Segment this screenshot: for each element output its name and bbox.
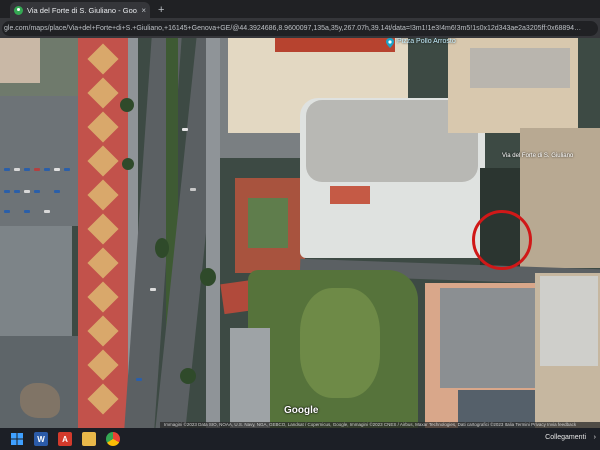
browser-tab[interactable]: Via del Forte di S. Giuliano - Goo… × bbox=[10, 2, 150, 18]
map-tree bbox=[155, 238, 169, 258]
map-car bbox=[24, 210, 30, 213]
pdf-icon[interactable]: A bbox=[58, 432, 72, 446]
promenade-pattern bbox=[87, 383, 119, 415]
map-car bbox=[4, 190, 10, 193]
map-rock bbox=[20, 383, 60, 418]
promenade-pattern bbox=[87, 179, 119, 211]
building-roof bbox=[440, 288, 540, 388]
building-roof bbox=[470, 48, 570, 88]
map-car bbox=[150, 288, 156, 291]
map-car bbox=[4, 210, 10, 213]
map-tree bbox=[200, 268, 216, 286]
satellite-map-view[interactable]: Pizza Pollo Arrosto Via del Forte di S. … bbox=[0, 38, 600, 428]
building-roof bbox=[540, 276, 598, 366]
map-car bbox=[14, 190, 20, 193]
word-icon[interactable]: W bbox=[34, 432, 48, 446]
highlight-circle bbox=[472, 210, 532, 270]
windows-start-icon[interactable] bbox=[10, 432, 24, 446]
map-car bbox=[54, 168, 60, 171]
new-tab-icon[interactable]: + bbox=[158, 4, 164, 16]
url-field[interactable]: gle.com/maps/place/Via+del+Forte+di+S.+G… bbox=[2, 20, 598, 36]
sidewalk bbox=[206, 38, 220, 428]
screen: Via del Forte di S. Giuliano - Goo… × + … bbox=[0, 0, 600, 450]
garden bbox=[248, 198, 288, 248]
map-tree bbox=[122, 158, 134, 170]
promenade-pattern bbox=[87, 111, 119, 143]
file-explorer-icon[interactable] bbox=[82, 432, 96, 446]
promenade-pattern bbox=[87, 43, 119, 75]
promenade-pattern bbox=[87, 281, 119, 313]
street-label: Via del Forte di S. Giuliano bbox=[502, 153, 574, 159]
apartment-building bbox=[520, 128, 600, 268]
promenade-pattern bbox=[87, 315, 119, 347]
map-car bbox=[14, 168, 20, 171]
google-maps-favicon-icon bbox=[14, 5, 23, 15]
map-car bbox=[190, 188, 196, 191]
promenade-pattern bbox=[87, 349, 119, 381]
map-car bbox=[44, 168, 50, 171]
tab-title: Via del Forte di S. Giuliano - Goo… bbox=[27, 5, 139, 15]
roof-terrace bbox=[330, 186, 370, 204]
map-car bbox=[4, 168, 10, 171]
pedestrian-area bbox=[230, 328, 270, 428]
parking-lot bbox=[0, 96, 78, 226]
map-car bbox=[64, 168, 70, 171]
map-car bbox=[44, 210, 50, 213]
promenade-pattern bbox=[87, 213, 119, 245]
map-car bbox=[24, 168, 30, 171]
map-car bbox=[34, 190, 40, 193]
tab-close-icon[interactable]: × bbox=[141, 6, 146, 15]
park-vegetation bbox=[300, 288, 380, 398]
map-car bbox=[136, 378, 142, 381]
map-pin-icon[interactable] bbox=[385, 38, 395, 48]
promenade-pattern bbox=[87, 145, 119, 177]
map-tree bbox=[180, 368, 196, 384]
building-roof bbox=[275, 38, 395, 52]
chrome-icon[interactable] bbox=[106, 432, 120, 446]
map-car bbox=[34, 168, 40, 171]
map-building bbox=[0, 38, 40, 83]
map-car bbox=[24, 190, 30, 193]
address-bar: gle.com/maps/place/Via+del+Forte+di+S.+G… bbox=[0, 18, 600, 38]
promenade-pattern bbox=[87, 77, 119, 109]
windows-taskbar: W A Collegamenti › bbox=[0, 428, 600, 450]
taskbar-links-label[interactable]: Collegamenti bbox=[545, 434, 586, 441]
map-car bbox=[182, 128, 188, 131]
map-tree bbox=[120, 98, 134, 112]
browser-tab-strip: Via del Forte di S. Giuliano - Goo… × + bbox=[0, 0, 600, 18]
google-logo: Google bbox=[284, 405, 319, 416]
place-label[interactable]: Pizza Pollo Arrosto bbox=[397, 38, 456, 45]
chevron-right-icon[interactable]: › bbox=[594, 434, 596, 441]
map-building-roof bbox=[0, 226, 72, 336]
promenade-pattern bbox=[87, 247, 119, 279]
map-car bbox=[54, 190, 60, 193]
seafront-promenade bbox=[78, 38, 128, 428]
